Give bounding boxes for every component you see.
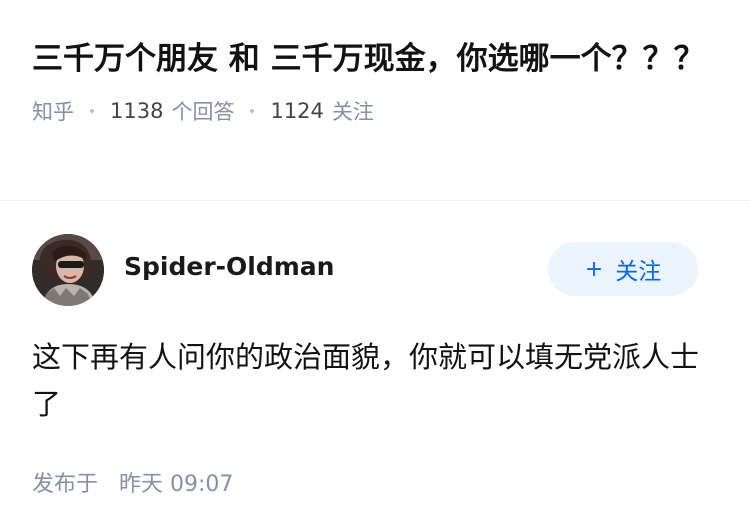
question-title[interactable]: 三千万个朋友 和 三千万现金，你选哪一个？？？ — [32, 36, 712, 82]
source-label[interactable]: 知乎 — [32, 96, 74, 126]
follower-count: 1124 — [270, 99, 324, 123]
avatar[interactable] — [32, 234, 104, 306]
follower-count-label[interactable]: 关注 — [332, 96, 374, 126]
publish-info: 发布于 昨天 09:07 — [32, 466, 233, 498]
separator-dot — [250, 109, 255, 113]
publish-label: 发布于 — [32, 472, 99, 497]
question-header: 三千万个朋友 和 三千万现金，你选哪一个？？？ 知乎 1138 个回答 1124… — [32, 36, 712, 126]
answer-count-label[interactable]: 个回答 — [171, 96, 234, 126]
separator-dot — [90, 109, 94, 113]
follow-button-label: 关注 — [615, 259, 662, 285]
author-row: Spider-Oldman + 关注 — [32, 234, 698, 306]
answer-count: 1138 — [110, 99, 164, 123]
author-name[interactable]: Spider-Oldman — [124, 252, 334, 281]
answer-content[interactable]: 这下再有人问你的政治面貌，你就可以填无党派人士了 — [32, 334, 718, 428]
plus-icon: + — [584, 256, 604, 282]
question-meta: 知乎 1138 个回答 1124 关注 — [32, 96, 712, 126]
follow-button[interactable]: + 关注 — [548, 242, 698, 296]
user-avatar-icon — [32, 234, 104, 306]
section-divider — [0, 200, 750, 201]
publish-time: 昨天 09:07 — [119, 472, 234, 497]
